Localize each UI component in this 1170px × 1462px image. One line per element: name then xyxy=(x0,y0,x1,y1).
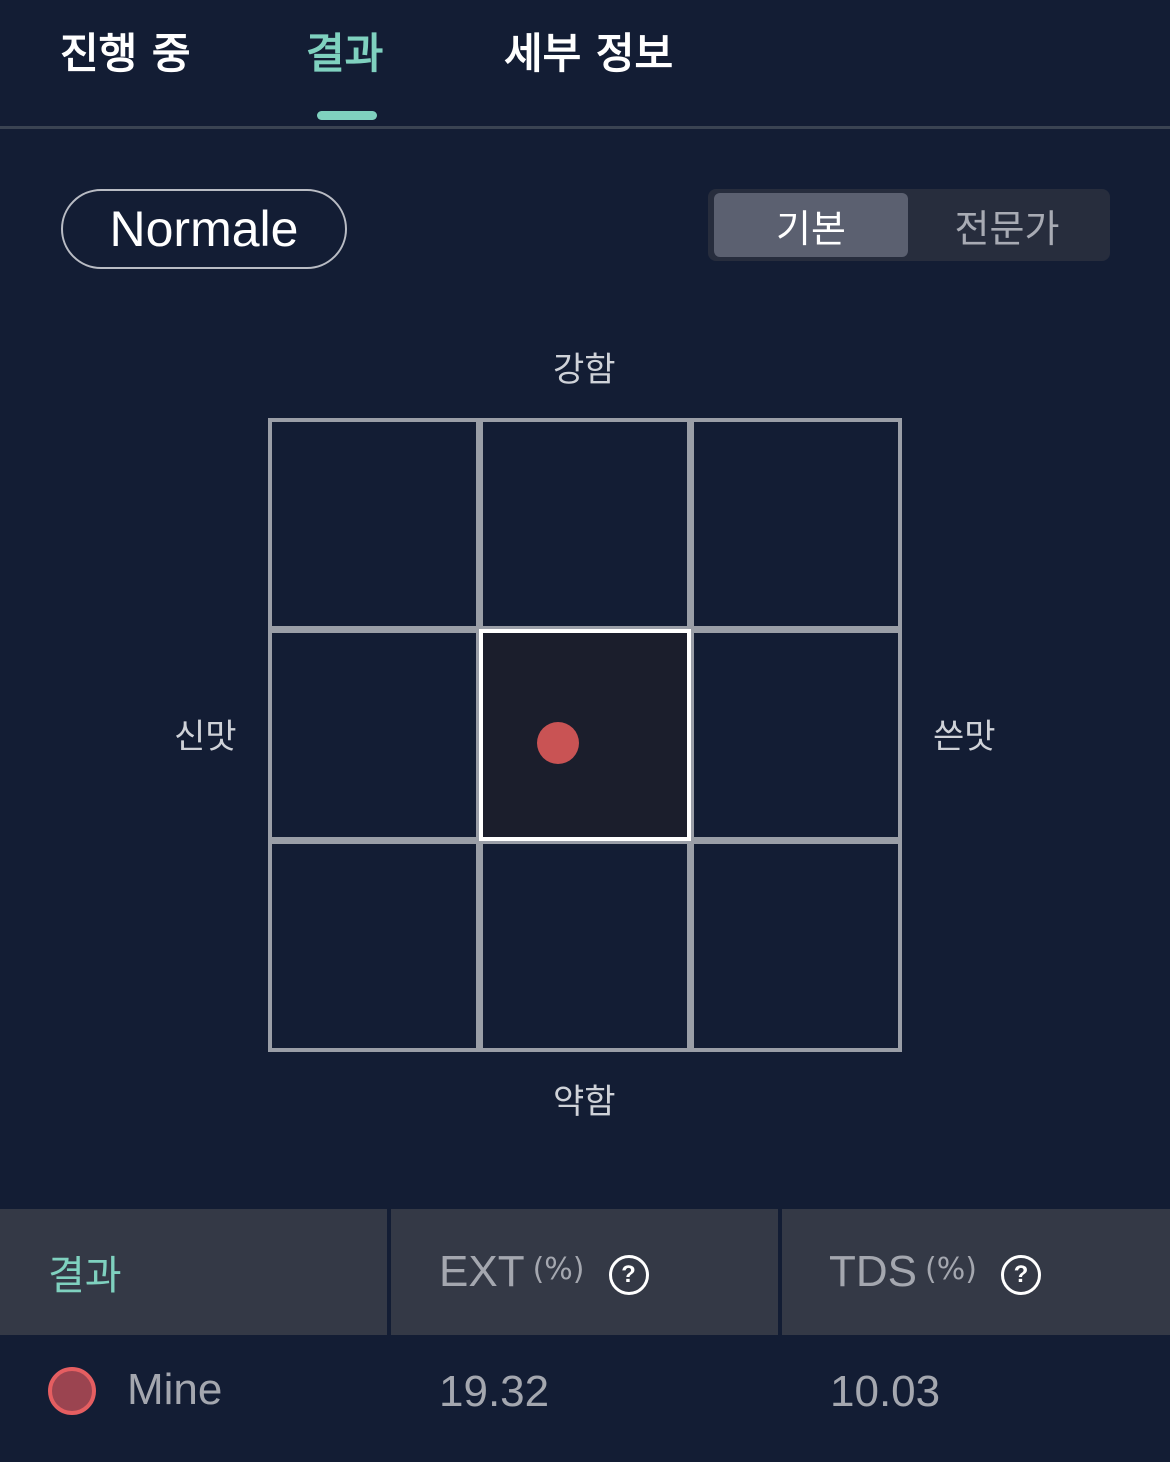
header-tds-cell: TDS (%) ? xyxy=(782,1209,1170,1335)
grid-cell-1-2[interactable] xyxy=(690,629,902,841)
axis-label-weak: 약함 xyxy=(553,1082,616,1122)
tab-bar: 진행 중 결과 세부 정보 xyxy=(0,0,1170,126)
grid-cell-2-2[interactable] xyxy=(690,840,902,1052)
axis-label-bitter: 쓴맛 xyxy=(933,717,996,757)
grid-cell-2-0[interactable] xyxy=(268,840,480,1052)
axis-label-strong: 강함 xyxy=(553,350,616,390)
header-ext-unit: (%) xyxy=(532,1251,585,1287)
tab-in-progress[interactable]: 진행 중 xyxy=(60,26,191,82)
grid-cell-0-2[interactable] xyxy=(690,418,902,630)
ext-help-icon[interactable]: ? xyxy=(608,1255,649,1295)
row-ext-value: 19.32 xyxy=(439,1367,550,1416)
header-ext-cell: EXT (%) ? xyxy=(391,1209,778,1335)
expert-view-button[interactable]: 전문가 xyxy=(910,193,1104,257)
grid-cell-1-0[interactable] xyxy=(268,629,480,841)
basic-view-button[interactable]: 기본 xyxy=(714,193,908,257)
row-tds-value: 10.03 xyxy=(830,1367,941,1416)
header-result-cell: 결과 xyxy=(0,1209,387,1335)
grid-cell-0-0[interactable] xyxy=(268,418,480,630)
grid-cell-2-1[interactable] xyxy=(479,840,691,1052)
row-name: Mine xyxy=(127,1365,223,1414)
grid-cell-0-1[interactable] xyxy=(479,418,691,630)
taste-grid xyxy=(268,418,902,1052)
profile-button[interactable]: Normale xyxy=(61,189,347,269)
axis-label-sour: 신맛 xyxy=(174,717,237,757)
tds-help-icon[interactable]: ? xyxy=(1000,1255,1041,1295)
tab-details[interactable]: 세부 정보 xyxy=(504,26,673,82)
series-dot-icon xyxy=(48,1367,96,1415)
results-table-header: 결과 EXT (%) ? TDS (%) ? xyxy=(0,1209,1170,1335)
view-mode-toggle: 기본 전문가 xyxy=(708,189,1110,261)
header-tds-unit: (%) xyxy=(925,1251,977,1287)
tab-result[interactable]: 결과 xyxy=(306,26,383,82)
result-marker-dot xyxy=(537,722,579,764)
header-tds-label: TDS xyxy=(829,1247,917,1296)
table-row[interactable]: Mine 19.32 10.03 xyxy=(0,1335,1170,1462)
grid-cell-selected[interactable] xyxy=(479,629,691,841)
brew-result-screen: 진행 중 결과 세부 정보 Normale 기본 전문가 강함 약함 신맛 쓴맛… xyxy=(0,0,1170,1462)
header-ext-label: EXT xyxy=(439,1247,525,1296)
header-result-label: 결과 xyxy=(48,1253,122,1299)
active-tab-indicator xyxy=(317,111,377,120)
tab-divider xyxy=(0,126,1170,129)
